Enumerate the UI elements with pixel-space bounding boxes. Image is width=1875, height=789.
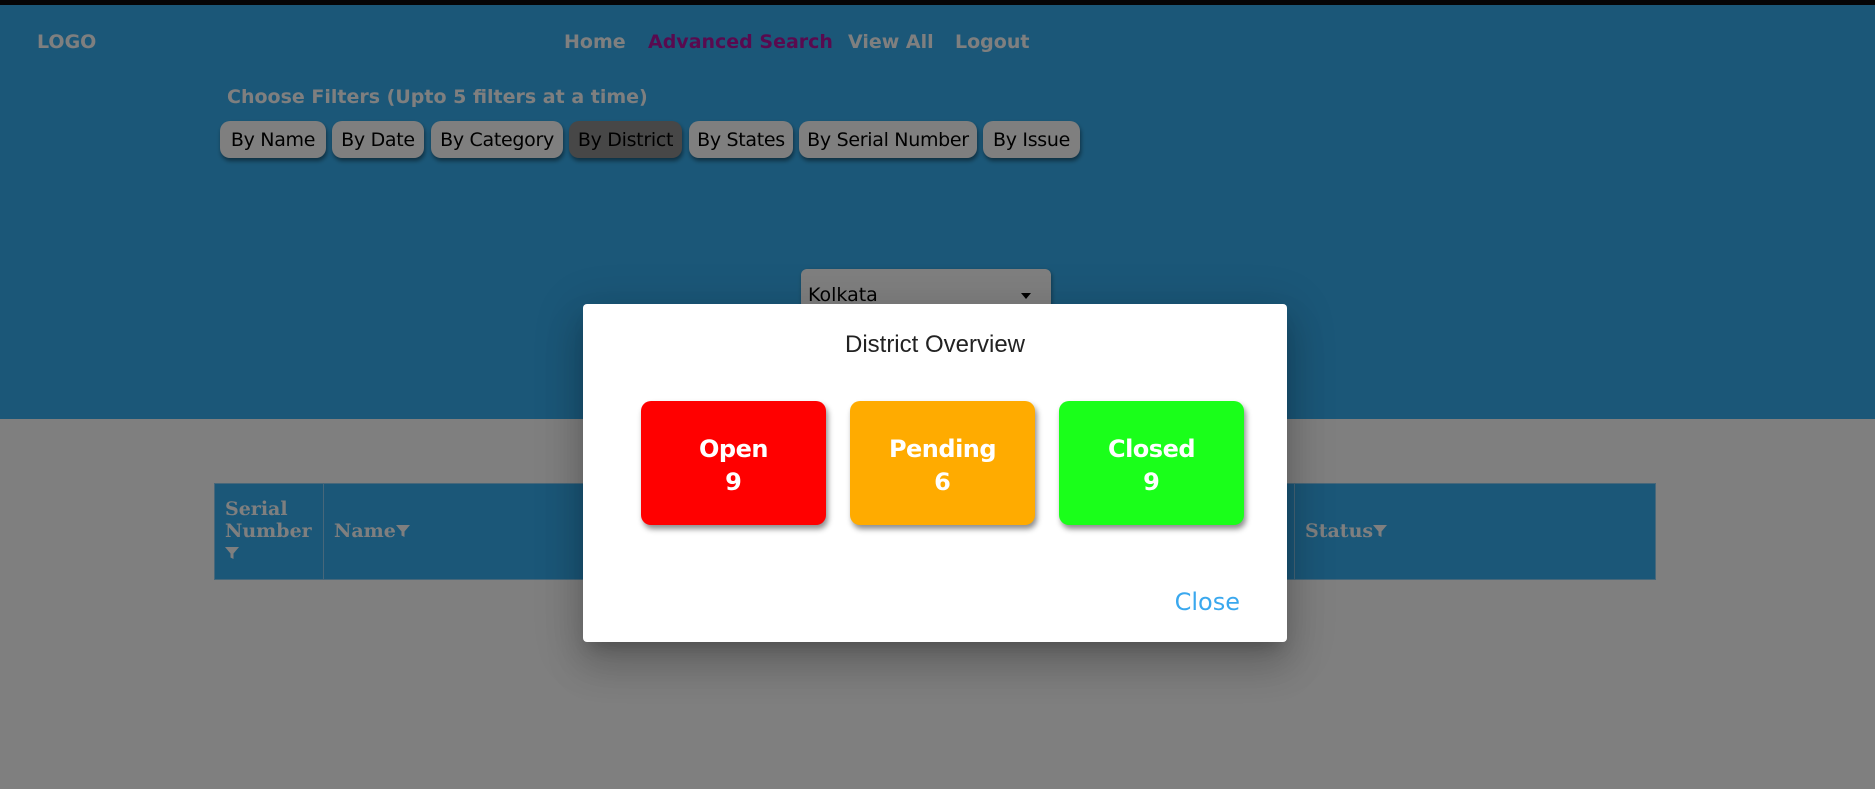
status-card-label: Pending xyxy=(888,435,997,463)
status-card-label: Open xyxy=(699,435,768,463)
status-card-count: 9 xyxy=(725,468,742,496)
status-card-closed[interactable]: Closed 9 xyxy=(1059,401,1244,525)
district-overview-dialog: District Overview Open 9 Pending 6 Close… xyxy=(583,304,1287,642)
dialog-title: District Overview xyxy=(844,331,1025,358)
status-card-pending[interactable]: Pending 6 xyxy=(850,401,1035,525)
close-button[interactable]: Close xyxy=(1175,588,1240,616)
status-card-label: Closed xyxy=(1107,435,1196,463)
status-card-count: 9 xyxy=(1143,468,1160,496)
status-card-open[interactable]: Open 9 xyxy=(641,401,826,525)
status-card-count: 6 xyxy=(934,468,951,496)
